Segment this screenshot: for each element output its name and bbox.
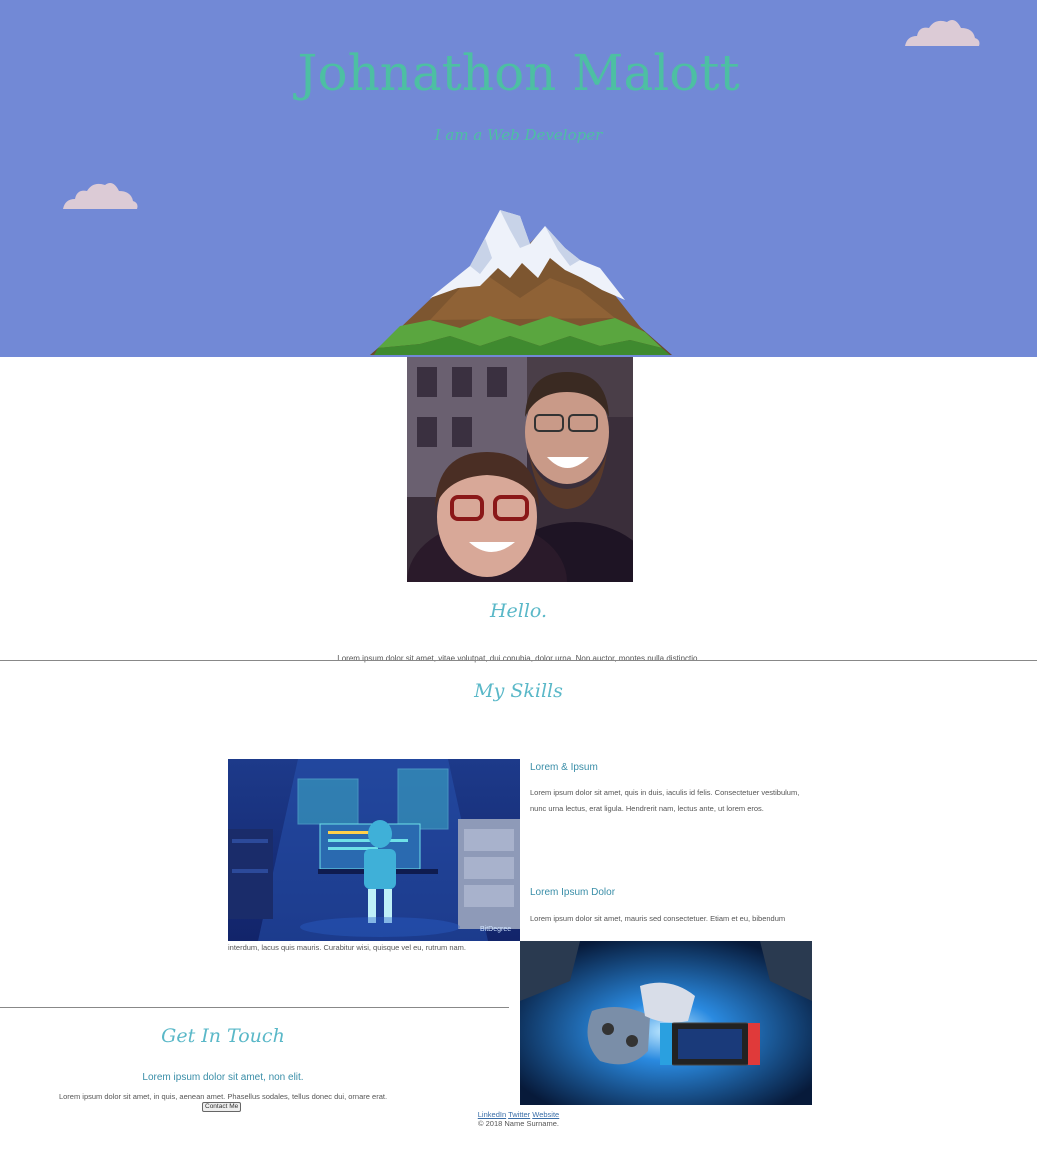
skill-image-caption: BitDegree xyxy=(480,926,511,933)
skill-text-2-line2: interdum, lacus quis mauris. Curabitur w… xyxy=(228,943,467,952)
divider xyxy=(0,1007,509,1008)
contact-subheading: Lorem ipsum dolor sit amet, non elit. xyxy=(142,1072,304,1083)
website-link[interactable]: Website xyxy=(532,1110,559,1119)
skill-text-1: Lorem ipsum dolor sit amet, quis in duis… xyxy=(530,788,800,813)
copyright: © 2018 Name Surname. xyxy=(478,1119,559,1128)
linkedin-link[interactable]: LinkedIn xyxy=(478,1110,506,1119)
page-title: Johnathon Malott xyxy=(297,44,740,102)
footer: LinkedIn Twitter Website © 2018 Name Sur… xyxy=(0,1110,1037,1128)
about-heading: Hello. xyxy=(489,600,548,622)
cloud-icon xyxy=(63,183,138,209)
skill-title-1: Lorem & Ipsum xyxy=(530,762,598,773)
skills-heading: My Skills xyxy=(474,680,563,702)
twitter-link[interactable]: Twitter xyxy=(508,1110,530,1119)
divider xyxy=(0,660,1037,661)
mountain-icon xyxy=(370,210,672,355)
profile-photo xyxy=(407,357,633,582)
hero-banner: Johnathon Malott I am a Web Developer xyxy=(0,0,1037,357)
contact-heading: Get In Touch xyxy=(161,1025,285,1047)
skill-title-2: Lorem Ipsum Dolor xyxy=(530,887,616,898)
skill-image-developer: BitDegree xyxy=(228,759,520,941)
skill-image-games xyxy=(520,941,812,1105)
about-text: Lorem ipsum dolor sit amet, vitae volutp… xyxy=(337,654,700,663)
skill-text-2-line1: Lorem ipsum dolor sit amet, mauris sed c… xyxy=(530,914,786,923)
page-subtitle: I am a Web Developer xyxy=(434,126,603,144)
contact-text: Lorem ipsum dolor sit amet, in quis, aen… xyxy=(58,1092,388,1101)
